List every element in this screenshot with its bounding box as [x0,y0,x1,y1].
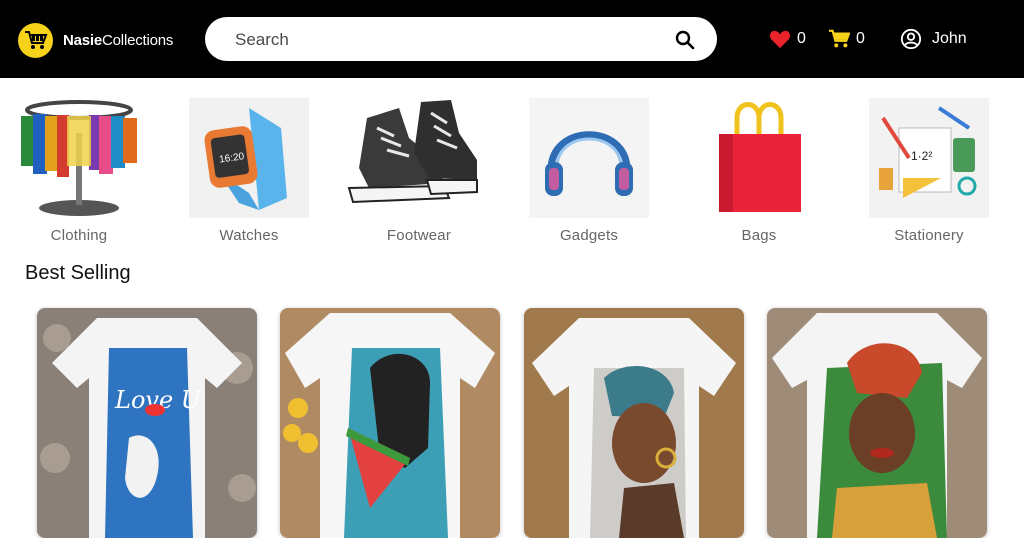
headphones-image [529,98,649,218]
best-selling-heading: Best Selling [25,262,131,284]
product-image [280,308,500,538]
cart-logo-icon [18,22,53,58]
search-input[interactable] [233,27,657,53]
category-clothing[interactable]: Clothing [19,98,139,244]
brand-name: NasieCollections [63,31,174,49]
user-avatar-icon [900,28,922,50]
shopping-bag-image [699,98,819,218]
favorites-link[interactable]: 0 [769,29,806,49]
product-image [524,308,744,538]
search-bar [205,17,717,61]
watch-image: 16:20 [189,98,309,218]
product-image: Love U [37,308,257,538]
category-bags[interactable]: Bags [699,98,819,244]
product-card[interactable] [767,308,987,538]
svg-text:1·2²: 1·2² [911,149,932,163]
category-gadgets[interactable]: Gadgets [529,98,649,244]
category-watches[interactable]: 16:20 Watches [189,98,309,244]
product-card[interactable]: Love U [37,308,257,538]
cart-link[interactable]: 0 [828,29,865,49]
cart-count: 0 [856,30,865,47]
product-image [767,308,987,538]
stationery-image: 1·2² [869,98,989,218]
product-card[interactable] [280,308,500,538]
user-account-link[interactable]: John [900,28,967,50]
user-name: John [932,30,967,47]
category-label: Gadgets [559,227,619,244]
category-stationery[interactable]: 1·2² Stationery [869,98,989,244]
category-label: Clothing [50,227,108,244]
category-label: Footwear [386,227,452,244]
clothing-rack-image [19,98,139,218]
favorites-count: 0 [797,30,806,47]
category-label: Bags [741,227,777,244]
shopping-cart-icon [829,29,850,48]
product-card[interactable] [524,308,744,538]
category-footwear[interactable]: Footwear [347,98,479,244]
heart-icon [769,30,791,49]
sneakers-image [347,98,479,218]
top-navbar: NasieCollections 0 0 John [0,0,1024,78]
search-icon[interactable] [673,28,697,52]
brand-logo[interactable]: NasieCollections [18,22,173,58]
category-label: Watches [219,227,279,244]
category-label: Stationery [894,227,964,244]
